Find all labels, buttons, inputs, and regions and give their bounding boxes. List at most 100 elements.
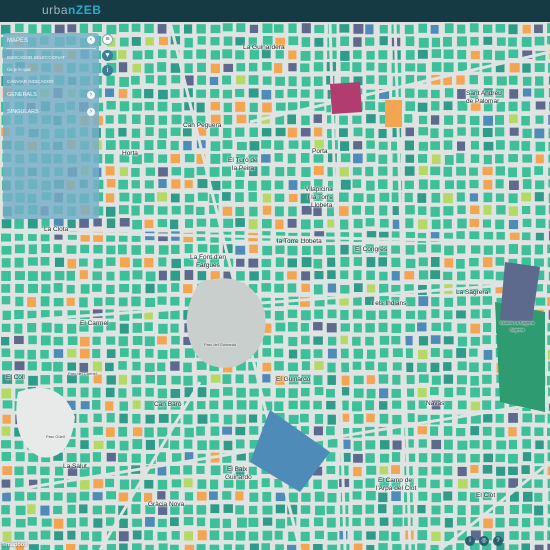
building-block: [365, 323, 375, 333]
info-icon[interactable]: i: [102, 65, 113, 76]
filter-icon[interactable]: ▼: [102, 50, 113, 61]
building-block: [197, 479, 207, 489]
building-block: [340, 36, 350, 46]
help-button[interactable]: ?: [493, 536, 503, 546]
building-block: [144, 50, 154, 60]
building-block: [93, 440, 104, 449]
building-block: [209, 244, 219, 254]
building-block: [287, 283, 297, 293]
building-block: [522, 167, 531, 178]
building-block: [79, 270, 88, 279]
building-block: [131, 114, 141, 124]
building-block: [144, 362, 155, 372]
building-block: [53, 374, 63, 384]
building-block: [457, 453, 466, 463]
generals-expand-button[interactable]: ›: [87, 91, 95, 99]
building-block: [144, 530, 153, 541]
label-can-baro: Can Baró: [154, 401, 182, 408]
building-block: [482, 387, 491, 396]
building-block: [145, 387, 154, 397]
building-block: [313, 62, 324, 72]
building-block: [274, 361, 284, 371]
building-block: [457, 466, 467, 477]
building-block: [144, 140, 154, 150]
building-block: [222, 75, 232, 85]
building-block: [431, 492, 442, 503]
singulars-expand-button[interactable]: ›: [87, 108, 95, 116]
building-block: [327, 257, 336, 267]
label-horta: Horta: [122, 150, 138, 157]
panel-collapse-button[interactable]: ‹: [87, 36, 95, 44]
building-block: [210, 153, 221, 164]
building-block: [235, 439, 245, 449]
building-block: [261, 89, 272, 100]
building-block: [509, 89, 519, 99]
building-block: [508, 219, 519, 230]
panel-indicator-value[interactable]: Ús principal: [7, 67, 31, 72]
building-block: [157, 479, 168, 490]
building-block: [288, 349, 298, 359]
building-block: [483, 518, 493, 529]
building-block: [418, 127, 429, 136]
building-block: [418, 478, 427, 488]
building-block: [183, 517, 194, 526]
building-block: [158, 257, 167, 267]
building-block: [210, 24, 221, 34]
panel-section-singulars[interactable]: SINGULARS: [7, 109, 39, 115]
building-block: [417, 232, 427, 243]
building-block: [418, 374, 429, 383]
building-block: [274, 153, 283, 162]
building-block: [261, 478, 270, 488]
list-icon[interactable]: ≡: [102, 34, 113, 45]
building-block: [353, 479, 363, 489]
building-block: [92, 361, 103, 372]
building-block: [196, 218, 207, 227]
building-block: [1, 219, 12, 229]
building-block: [300, 505, 311, 514]
panel-section-generals[interactable]: GENERALS: [7, 92, 37, 98]
building-block: [483, 245, 493, 255]
building-block: [132, 258, 142, 268]
building-block: [80, 336, 90, 347]
building-block: [418, 491, 428, 501]
mapbox-attribution[interactable]: ©mapbox: [2, 542, 27, 548]
building-block: [53, 505, 63, 515]
building-block: [509, 518, 519, 527]
building-block: [158, 128, 167, 139]
building-block: [210, 413, 219, 423]
building-block: [339, 206, 349, 216]
building-block: [275, 127, 286, 137]
building-block: [353, 453, 363, 463]
building-block: [405, 88, 415, 98]
building-block: [443, 62, 454, 73]
panel-change-indicator[interactable]: CANVIAR INDICADOR: [7, 79, 54, 84]
building-block: [223, 387, 233, 396]
building-block: [405, 50, 415, 60]
building-block: [496, 478, 506, 488]
building-block: [157, 206, 168, 215]
building-block: [508, 427, 517, 437]
building-block: [495, 453, 506, 463]
building-block: [495, 154, 504, 164]
building-block: [79, 258, 88, 267]
locate-button[interactable]: ◎: [479, 536, 489, 546]
building-block: [27, 361, 37, 371]
info-button[interactable]: i: [465, 536, 475, 546]
building-block: [509, 180, 519, 190]
building-block: [2, 361, 13, 371]
building-block: [457, 478, 468, 489]
building-block: [522, 452, 532, 462]
label-el-camp-de: El Camp de: [378, 477, 412, 484]
app-logo[interactable]: urbanZEB: [42, 3, 101, 17]
building-block: [249, 543, 259, 550]
building-block: [288, 180, 298, 190]
building-block: [378, 154, 388, 164]
building-block: [262, 205, 272, 215]
building-block: [457, 245, 466, 254]
building-block: [535, 76, 544, 86]
building-block: [235, 374, 244, 384]
building-block: [418, 439, 427, 448]
label-la-clota: La Clota: [44, 226, 69, 233]
building-block: [118, 179, 128, 190]
building-block: [366, 388, 376, 399]
